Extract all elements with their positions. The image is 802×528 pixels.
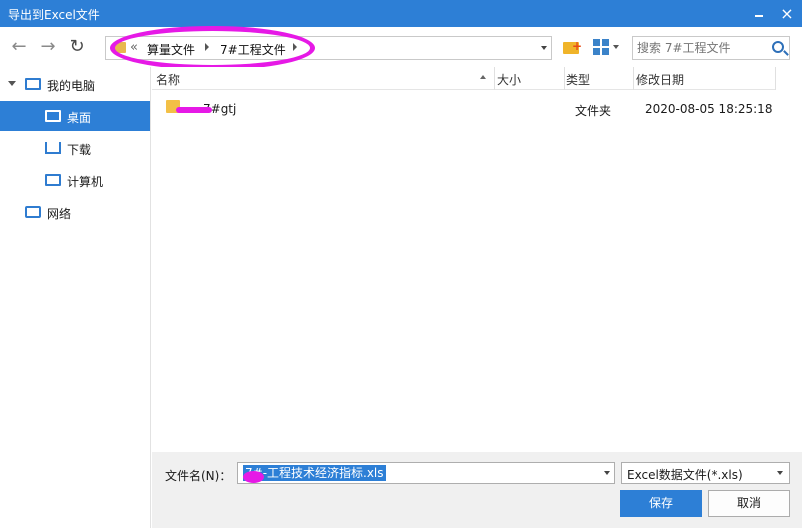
minimize-icon	[755, 15, 763, 17]
filename-value[interactable]: 7#-工程技术经济指标.xls	[243, 465, 386, 481]
sidebar-item-label: 网络	[47, 207, 72, 221]
redaction-mark	[243, 471, 264, 483]
forward-button[interactable]: →	[38, 37, 58, 57]
save-button[interactable]: 保存	[620, 490, 702, 517]
sidebar-item-computer[interactable]: 计算机	[0, 165, 150, 195]
computer-icon	[25, 78, 41, 90]
desktop-icon	[45, 110, 61, 122]
column-header-size[interactable]: 大小	[497, 71, 521, 88]
chevron-down-icon[interactable]	[604, 471, 610, 475]
network-icon	[25, 206, 41, 218]
file-modified: 2020-08-05 18:25:18	[645, 102, 773, 116]
search-icon[interactable]	[772, 41, 784, 53]
column-header-name[interactable]: 名称	[156, 71, 180, 88]
sidebar-item-label: 桌面	[67, 111, 92, 125]
column-header-type[interactable]: 类型	[566, 71, 590, 88]
chevron-down-icon	[613, 45, 619, 49]
file-type: 文件夹	[575, 104, 612, 118]
filename-input[interactable]: 7#-工程技术经济指标.xls	[237, 462, 615, 484]
sidebar-item-network[interactable]: 网络	[0, 197, 150, 227]
sidebar-item-downloads[interactable]: 下载	[0, 133, 150, 163]
filetype-value: Excel数据文件(*.xls)	[627, 468, 743, 482]
sort-ascending-icon	[480, 75, 486, 79]
filename-label: 文件名(N)：	[165, 469, 232, 483]
column-divider[interactable]	[494, 67, 495, 90]
column-header-modified[interactable]: 修改日期	[636, 71, 684, 88]
sidebar-item-my-computer[interactable]: 我的电脑	[0, 69, 150, 99]
search-box[interactable]	[632, 36, 790, 60]
list-header: 名称 大小 类型 修改日期	[152, 67, 776, 90]
computer-icon	[45, 174, 61, 186]
filetype-select[interactable]: Excel数据文件(*.xls)	[621, 462, 790, 484]
download-icon	[45, 142, 61, 154]
minimize-button[interactable]	[744, 0, 774, 27]
window-title: 导出到Excel文件	[8, 8, 100, 22]
chevron-down-icon[interactable]	[777, 471, 783, 475]
address-dropdown-icon[interactable]	[541, 46, 547, 50]
back-button[interactable]: ←	[9, 37, 29, 57]
sidebar-item-label: 下载	[67, 143, 92, 157]
close-button[interactable]: ×	[772, 0, 802, 27]
vertical-scrollbar[interactable]	[776, 67, 802, 452]
new-folder-button[interactable]: +	[563, 39, 583, 54]
sidebar-item-label: 我的电脑	[47, 79, 96, 93]
annotation-highlight	[110, 26, 315, 70]
table-row[interactable]: 7#gtj 文件夹 2020-08-05 18:25:18	[156, 97, 776, 119]
column-divider[interactable]	[564, 67, 565, 90]
title-bar: 导出到Excel文件 ×	[0, 0, 802, 27]
view-options-button[interactable]	[593, 39, 619, 55]
column-divider[interactable]	[633, 67, 634, 90]
redaction-mark	[176, 107, 212, 113]
expand-arrow-icon[interactable]	[8, 81, 16, 86]
file-list: 名称 大小 类型 修改日期 7#gtj 文件夹 2020-08-05 18:25…	[152, 67, 802, 452]
refresh-button[interactable]: ↻	[67, 37, 87, 57]
cancel-button[interactable]: 取消	[708, 490, 790, 517]
search-input[interactable]	[637, 40, 765, 56]
sidebar-item-desktop[interactable]: 桌面	[0, 101, 150, 131]
save-panel: 文件名(N)： 7#-工程技术经济指标.xls Excel数据文件(*.xls)…	[152, 452, 802, 528]
navigation-pane: 我的电脑 桌面 下载 计算机 网络	[0, 67, 151, 528]
plus-icon: +	[572, 39, 583, 53]
sidebar-item-label: 计算机	[67, 175, 104, 189]
